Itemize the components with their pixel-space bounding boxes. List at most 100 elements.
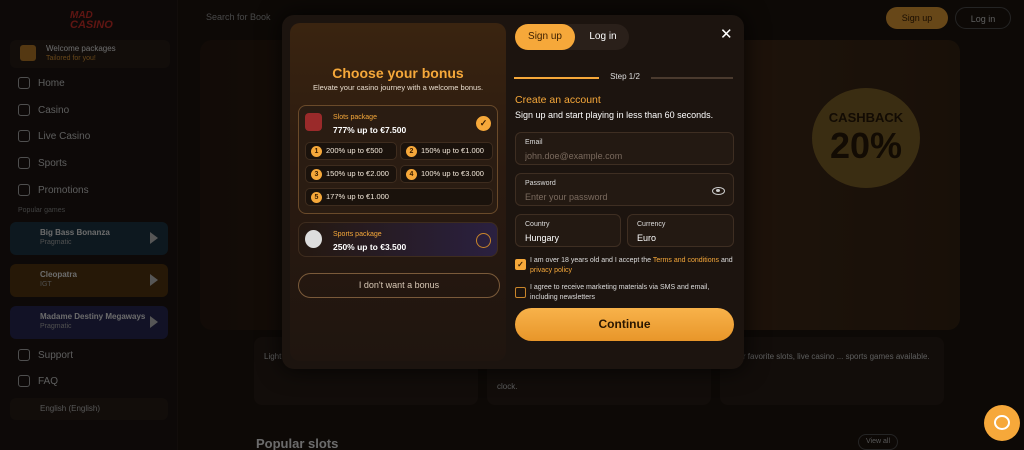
create-account-subtitle: Sign up and start playing in less than 6… (515, 110, 714, 120)
sidebar-item-label: Casino (38, 104, 70, 116)
option-text: 100% up to €3.000 (421, 169, 484, 178)
game-item[interactable]: Big Bass Bonanza Pragmatic (10, 222, 168, 255)
promo-title: Welcome packages (46, 44, 116, 53)
option-text: 150% up to €2.000 (326, 169, 389, 178)
sidebar-item-casino[interactable]: Casino (18, 104, 69, 116)
sidebar-item-faq[interactable]: FAQ (18, 375, 58, 387)
eye-icon[interactable] (712, 187, 725, 195)
game-item[interactable]: Cleopatra IGT (10, 264, 168, 297)
slots-icon (305, 113, 322, 131)
sidebar-item-sports[interactable]: Sports (18, 157, 67, 169)
country-label: Country (525, 221, 550, 228)
bonus-subtitle: Elevate your casino journey with a welco… (312, 83, 484, 92)
bonus-option[interactable]: 2 150% up to €1.000 (400, 142, 493, 160)
sidebar-item-support[interactable]: Support (18, 349, 73, 361)
option-text: 177% up to €1.000 (326, 192, 389, 201)
package-label: Slots package (333, 114, 377, 121)
bonus-panel: Choose your bonus Elevate your casino jo… (290, 23, 506, 361)
sidebar-item-home[interactable]: Home (18, 77, 65, 89)
gift-icon (20, 45, 36, 61)
popular-games-heading: Popular games (18, 207, 66, 214)
header-login-button[interactable]: Log in (955, 7, 1011, 29)
sidebar-item-promotions[interactable]: Promotions (18, 184, 89, 196)
live-casino-icon (18, 130, 30, 142)
home-icon (18, 77, 30, 89)
consent-text: I am over 18 years old and I accept the (530, 257, 653, 264)
bonus-option[interactable]: 1 200% up to €500 (305, 142, 397, 160)
sidebar-item-label: Promotions (38, 184, 89, 196)
promo-subtitle: Tailored for you! (46, 55, 96, 62)
logo: MAD CASINO (62, 10, 120, 32)
chat-button[interactable] (984, 405, 1020, 441)
option-number: 1 (311, 146, 322, 157)
package-value: 250% up to €3.500 (333, 242, 407, 252)
option-number: 5 (311, 192, 322, 203)
radio-icon (476, 233, 491, 248)
email-input[interactable] (525, 151, 685, 161)
password-field[interactable]: Password (515, 173, 734, 206)
game-provider: Pragmatic (40, 239, 72, 246)
signup-modal: Choose your bonus Elevate your casino jo… (282, 15, 744, 369)
search-input[interactable]: Search for Book (206, 12, 271, 22)
create-account-title: Create an account (515, 94, 601, 106)
currency-value: Euro (637, 233, 657, 243)
play-icon (150, 316, 158, 328)
sidebar-item-label: Home (38, 77, 65, 89)
header-signup-button[interactable]: Sign up (886, 7, 948, 29)
email-label: Email (525, 139, 543, 146)
game-provider: IGT (40, 281, 52, 288)
slots-package[interactable]: Slots package 777% up to €7.500 ✓ 1 200% … (298, 105, 498, 214)
faq-icon (18, 375, 30, 387)
sidebar-item-label: Support (38, 349, 74, 361)
view-all-button[interactable]: View all (858, 434, 898, 450)
check-icon: ✓ (476, 116, 491, 131)
close-icon[interactable]: ✕ (720, 25, 733, 43)
no-bonus-button[interactable]: I don't want a bonus (298, 273, 500, 298)
cashback-badge: CASHBACK 20% (812, 88, 920, 188)
logo-line2: CASINO (70, 19, 113, 31)
terms-link[interactable]: Terms and conditions (653, 257, 719, 264)
terms-checkbox[interactable]: ✓ (515, 259, 526, 270)
language-selector[interactable]: English (English) (10, 398, 168, 420)
sidebar-item-label: Sports (38, 157, 67, 169)
package-label: Sports package (333, 231, 382, 238)
game-name: Madame Destiny Megaways (40, 312, 146, 321)
bonus-option[interactable]: 4 100% up to €3.000 (400, 165, 493, 183)
email-field[interactable]: Email (515, 132, 734, 165)
game-item[interactable]: Madame Destiny Megaways Pragmatic (10, 306, 168, 339)
currency-select[interactable]: Currency Euro (627, 214, 734, 247)
option-text: 200% up to €500 (326, 146, 383, 155)
step-text: Step 1/2 (610, 72, 640, 81)
chat-icon (994, 415, 1010, 430)
info-card: your favorite slots, live casino ... spo… (720, 337, 944, 405)
bonus-option[interactable]: 3 150% up to €2.000 (305, 165, 397, 183)
signup-form: Sign up Log in ✕ Step 1/2 Create an acco… (514, 15, 738, 369)
step-progress-empty (651, 77, 733, 79)
welcome-packages-promo[interactable]: Welcome packages Tailored for you! (10, 40, 170, 68)
tab-signup[interactable]: Sign up (515, 24, 575, 50)
marketing-checkbox[interactable] (515, 287, 526, 298)
bonus-title: Choose your bonus (332, 65, 464, 81)
game-name: Cleopatra (40, 270, 77, 279)
game-name: Big Bass Bonanza (40, 228, 110, 237)
sports-package[interactable]: Sports package 250% up to €3.500 (298, 222, 498, 257)
password-input[interactable] (525, 192, 685, 202)
cashback-value: 20% (829, 125, 903, 166)
option-number: 3 (311, 169, 322, 180)
terms-consent-text: I am over 18 years old and I accept the … (530, 256, 735, 276)
tab-login[interactable]: Log in (577, 24, 629, 50)
sidebar-item-live-casino[interactable]: Live Casino (18, 130, 90, 142)
privacy-link[interactable]: privacy policy (530, 267, 572, 274)
cashback-label: CASHBACK (828, 110, 904, 125)
game-provider: Pragmatic (40, 323, 72, 330)
football-icon (305, 230, 322, 248)
promotions-icon (18, 184, 30, 196)
consent-text: and (719, 257, 733, 264)
bonus-option[interactable]: 5 177% up to €1.000 (305, 188, 493, 206)
country-select[interactable]: Country Hungary (515, 214, 621, 247)
continue-button[interactable]: Continue (515, 308, 734, 341)
sidebar: MAD CASINO Welcome packages Tailored for… (0, 0, 178, 450)
play-icon (150, 232, 158, 244)
password-label: Password (525, 180, 556, 187)
casino-icon (18, 104, 30, 116)
